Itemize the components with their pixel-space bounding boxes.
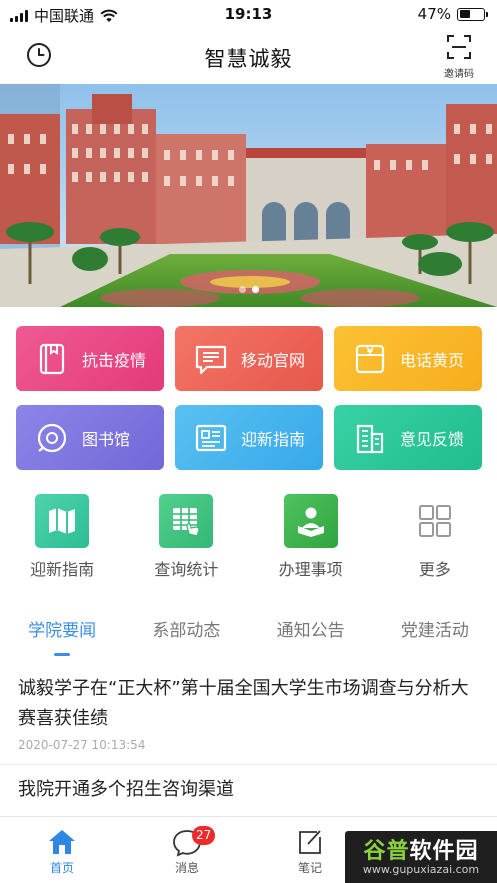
quick-welcome-guide[interactable]: 迎新指南 [0, 494, 124, 580]
news-date: 2020-07-27 10:13:54 [18, 738, 146, 752]
campus-photo [0, 84, 497, 307]
news-title: 诚毅学子在“正大杯”第十届全国大学生市场调查与分析大赛喜获佳绩 [18, 678, 469, 729]
quick-more[interactable]: 更多 [373, 494, 497, 580]
carousel-dot-active [251, 286, 259, 293]
watermark-brand-a: 谷普 [363, 839, 410, 864]
tile-welcome-guide[interactable]: 迎新指南 [175, 405, 323, 470]
tile-label: 迎新指南 [241, 429, 306, 449]
history-clock-icon[interactable] [26, 42, 52, 68]
tab-department-news[interactable]: 系部动态 [124, 612, 248, 658]
tile-label: 意见反馈 [400, 429, 465, 449]
tile-label: 抗击疫情 [82, 350, 147, 370]
buildings-icon [356, 424, 384, 453]
battery-group: 47% [417, 5, 488, 23]
feature-tiles: 抗击疫情 移动官网 电话黄页 图书馆 迎新指南 意见反馈 [16, 326, 482, 470]
status-bar: 中国联通 19:13 47% [0, 0, 497, 30]
edit-note-icon [299, 830, 321, 854]
person-reading-icon [283, 494, 338, 548]
quick-actions: 迎新指南 查询统计 办理事项 更多 [0, 494, 497, 580]
spreadsheet-touch-icon [159, 494, 214, 548]
quick-label: 办理事项 [278, 560, 343, 579]
tabbar-home-label: 首页 [49, 861, 74, 875]
tile-epidemic[interactable]: 抗击疫情 [16, 326, 164, 391]
tile-label: 图书馆 [82, 429, 131, 449]
library-icon [37, 423, 67, 452]
battery-icon [457, 7, 488, 21]
map-icon [35, 494, 90, 548]
tile-mobile-site[interactable]: 移动官网 [175, 326, 323, 391]
quick-label: 查询统计 [154, 560, 219, 579]
tabbar-messages[interactable]: 27 消息 [147, 825, 227, 876]
page-title: 智慧诚毅 [204, 47, 293, 71]
tab-college-news[interactable]: 学院要闻 [0, 612, 124, 658]
carousel-dot [238, 286, 246, 293]
tile-label: 移动官网 [241, 350, 306, 370]
news-tabs: 学院要闻 系部动态 通知公告 党建活动 [0, 612, 497, 658]
nav-bar: 智慧诚毅 邀请码 [0, 30, 497, 84]
watermark-brand-b: 软件园 [409, 839, 479, 864]
guide-document-icon [195, 424, 227, 451]
grid-more-icon [408, 494, 462, 548]
news-list: 诚毅学子在“正大杯”第十届全国大学生市场调查与分析大赛喜获佳绩 2020-07-… [0, 664, 497, 817]
invite-code-button[interactable]: 邀请码 [439, 34, 479, 80]
tile-library[interactable]: 图书馆 [16, 405, 164, 470]
tile-yellow-pages[interactable]: 电话黄页 [334, 326, 482, 391]
quick-query-stats[interactable]: 查询统计 [124, 494, 248, 580]
quick-label: 更多 [418, 560, 451, 579]
quick-label: 迎新指南 [30, 560, 95, 579]
carousel-dots [0, 286, 497, 293]
invite-code-label: 邀请码 [444, 69, 474, 80]
watermark-url: www.gupuxiazai.com [362, 863, 480, 876]
book-icon [39, 343, 65, 374]
tabbar-notes[interactable]: 笔记 [270, 825, 350, 876]
yellow-pages-icon [355, 344, 385, 373]
tab-party-activities[interactable]: 党建活动 [373, 612, 497, 658]
battery-percent: 47% [417, 5, 451, 23]
campus-banner[interactable] [0, 84, 497, 307]
tile-feedback[interactable]: 意见反馈 [334, 405, 482, 470]
quick-handle-affairs[interactable]: 办理事项 [249, 494, 373, 580]
tabbar-messages-label: 消息 [174, 861, 199, 875]
unread-badge: 27 [192, 826, 216, 845]
news-title: 我院开通多个招生咨询渠道 [18, 779, 234, 800]
list-item[interactable]: 诚毅学子在“正大杯”第十届全国大学生市场调查与分析大赛喜获佳绩 2020-07-… [0, 664, 497, 765]
site-watermark: 谷普软件园 www.gupuxiazai.com [345, 831, 497, 883]
chat-message-icon [195, 345, 227, 374]
home-icon [49, 830, 75, 854]
tab-notices[interactable]: 通知公告 [249, 612, 373, 658]
tile-label: 电话黄页 [400, 350, 465, 370]
tabbar-home[interactable]: 首页 [22, 825, 102, 876]
scan-frame-icon [447, 35, 471, 59]
list-item[interactable]: 我院开通多个招生咨询渠道 [0, 765, 497, 817]
tabbar-notes-label: 笔记 [297, 861, 322, 875]
